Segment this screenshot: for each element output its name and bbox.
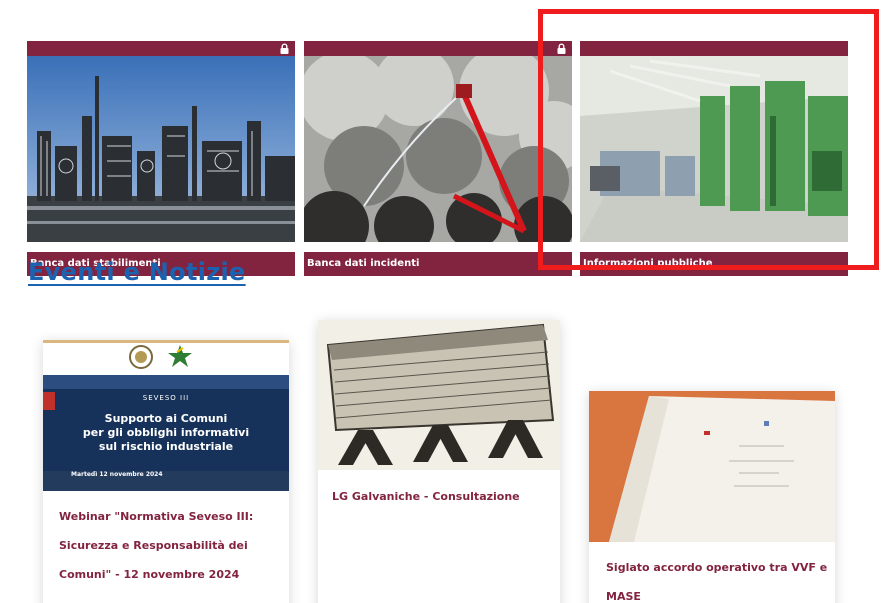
lock-icon <box>280 43 289 54</box>
signed-document-image <box>589 391 835 542</box>
news-card-lg-galvaniche[interactable]: LG Galvaniche - Consultazione <box>318 320 560 603</box>
news-title[interactable]: Siglato accordo operativo tra VVF e MASE <box>594 553 848 603</box>
fire-smoke-image <box>304 56 572 242</box>
card-header-bar <box>304 41 572 56</box>
card-label: Banca dati incidenti <box>304 252 572 276</box>
news-card-accordo-vvf-mase[interactable]: Siglato accordo operativo tra VVF e MASE <box>589 391 835 603</box>
page: Banca dati stabilimenti Banca dati incid… <box>0 0 882 603</box>
galvanic-tank-engraving-image <box>318 320 560 470</box>
card-header-bar <box>27 41 295 56</box>
news-card-webinar[interactable]: SEVESO III Supporto ai Comuni per gli ob… <box>43 340 289 603</box>
card-label: Informazioni pubbliche <box>580 252 848 276</box>
lock-icon <box>557 43 566 54</box>
news-title[interactable]: Webinar "Normativa Seveso III: Sicurezza… <box>47 502 301 589</box>
refinery-image <box>27 56 295 242</box>
section-title-eventi-notizie[interactable]: Eventi e Notizie <box>28 258 246 286</box>
webinar-banner-image: SEVESO III Supporto ai Comuni per gli ob… <box>43 340 289 491</box>
card-informazioni-pubbliche[interactable]: Informazioni pubbliche <box>580 41 848 276</box>
card-banca-dati-incidenti[interactable]: Banca dati incidenti <box>304 41 572 276</box>
news-title[interactable]: LG Galvaniche - Consultazione <box>320 485 574 509</box>
factory-interior-image <box>580 56 848 242</box>
card-banca-dati-stabilimenti[interactable]: Banca dati stabilimenti <box>27 41 295 276</box>
card-header-bar <box>580 41 848 56</box>
